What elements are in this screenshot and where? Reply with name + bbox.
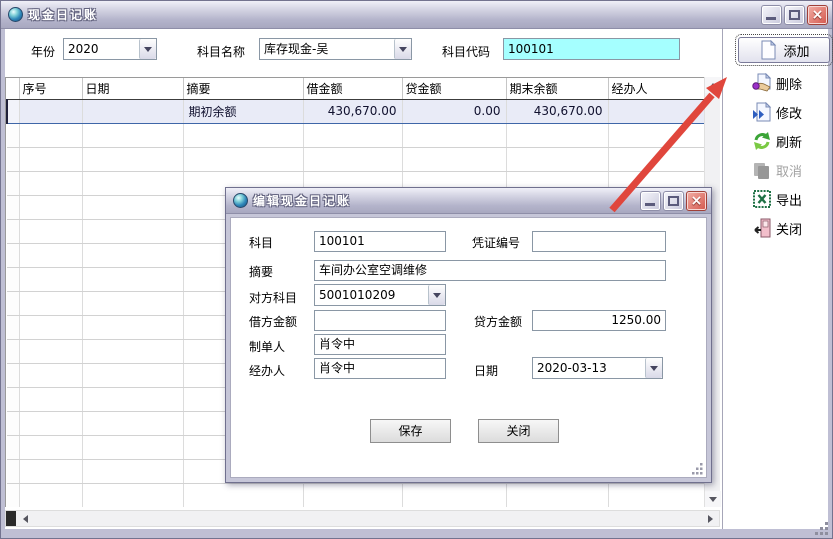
main-titlebar: 现金日记账 ×: [1, 1, 832, 29]
dialog-globe-icon: [233, 193, 248, 208]
col-header: 序号: [19, 78, 82, 99]
exit-door-icon: [752, 218, 772, 238]
refresh-icon: [752, 131, 772, 151]
dialog-resize-grip[interactable]: [692, 463, 704, 475]
scroll-down-button[interactable]: [705, 491, 721, 507]
counter-account-combobox[interactable]: 5001010209: [314, 284, 446, 306]
exit-button-label: 关闭: [776, 219, 802, 238]
col-header: 贷金额: [402, 78, 506, 99]
account-name-combobox[interactable]: 库存现金-吴: [259, 38, 412, 60]
table-row-selected[interactable]: 期初余额 430,670.00 0.00 430,670.00: [7, 99, 704, 123]
subject-field[interactable]: 100101: [314, 231, 446, 252]
main-window-title: 现金日记账: [28, 6, 98, 23]
close-icon: ×: [687, 192, 706, 210]
credit-amount-label: 贷方金额: [474, 313, 522, 330]
summary-field[interactable]: 车间办公室空调维修: [314, 260, 666, 281]
subject-label: 科目: [249, 234, 273, 251]
maximize-icon: [789, 10, 800, 20]
horizontal-scrollbar[interactable]: [5, 510, 720, 527]
table-row-empty: [7, 483, 704, 507]
delete-icon: [752, 73, 772, 93]
year-combobox[interactable]: 2020: [63, 38, 157, 60]
scroll-right-button[interactable]: [702, 511, 718, 526]
date-label: 日期: [474, 362, 498, 379]
cancel-button: 取消: [752, 158, 802, 182]
close-icon: ×: [808, 6, 827, 24]
filter-bar: 年份 2020 科目名称 库存现金-吴 科目代码 100101: [5, 29, 722, 77]
maximize-icon: [668, 196, 679, 206]
refresh-button[interactable]: 刷新: [752, 129, 802, 153]
counter-account-value: 5001010209: [315, 285, 428, 305]
add-button-label: 添加: [783, 41, 809, 60]
app-globe-icon: [8, 7, 23, 22]
minimize-button[interactable]: [761, 5, 782, 25]
close-button[interactable]: ×: [807, 5, 828, 25]
date-combobox[interactable]: 2020-03-13: [532, 357, 663, 379]
dialog-maximize-button[interactable]: [663, 191, 684, 211]
export-excel-icon: [752, 189, 772, 209]
chevron-down-icon[interactable]: [394, 39, 411, 59]
account-name-label: 科目名称: [197, 43, 245, 60]
chevron-down-icon[interactable]: [645, 358, 662, 378]
dialog-close-button[interactable]: ×: [686, 191, 707, 211]
toolbar-panel: 添加 删除 修改: [724, 29, 828, 529]
scroll-left-button[interactable]: [17, 511, 33, 526]
delete-button[interactable]: 删除: [752, 71, 802, 95]
dialog-body: 科目 100101 凭证编号 摘要 车间办公室空调维修 对方科目 5001010…: [230, 217, 707, 478]
cancel-button-label: 取消: [776, 161, 802, 180]
debit-amount-field[interactable]: [314, 310, 446, 331]
col-header: 摘要: [183, 78, 303, 99]
edit-dialog: 编辑现金日记账 × 科目 100101 凭证编号 摘要 车间办公室空调维修 对方…: [225, 187, 712, 483]
window-resize-grip[interactable]: [815, 522, 829, 536]
scrollbar-thumb[interactable]: [6, 511, 16, 526]
add-icon: [758, 40, 778, 60]
year-value: 2020: [64, 39, 139, 59]
scroll-up-button[interactable]: [705, 77, 721, 93]
save-button[interactable]: 保存: [370, 419, 451, 443]
dialog-close-action-button[interactable]: 关闭: [478, 419, 559, 443]
summary-label: 摘要: [249, 263, 273, 280]
credit-amount-field[interactable]: 1250.00: [532, 310, 666, 331]
account-code-field[interactable]: 100101: [503, 38, 680, 60]
dialog-titlebar: 编辑现金日记账 ×: [226, 188, 711, 214]
delete-button-label: 删除: [776, 74, 802, 93]
modify-button[interactable]: 修改: [752, 100, 802, 124]
add-button[interactable]: 添加: [738, 37, 830, 63]
counter-account-label: 对方科目: [249, 289, 297, 306]
minimize-icon: [645, 203, 655, 206]
table-header-row: 序号 日期 摘要 借金额 贷金额 期末余额 经办人: [7, 78, 704, 99]
modify-button-label: 修改: [776, 103, 802, 122]
export-button-label: 导出: [776, 190, 802, 209]
col-header: 期末余额: [506, 78, 608, 99]
col-header: 经办人: [608, 78, 704, 99]
cancel-icon: [752, 160, 772, 180]
chevron-down-icon[interactable]: [139, 39, 156, 59]
debit-amount-label: 借方金额: [249, 313, 297, 330]
handler-field[interactable]: 肖令中: [314, 358, 446, 379]
account-code-label: 科目代码: [442, 43, 490, 60]
year-label: 年份: [31, 43, 55, 60]
date-value: 2020-03-13: [533, 358, 645, 378]
export-button[interactable]: 导出: [752, 187, 802, 211]
table-row-empty: [7, 123, 704, 147]
preparer-field[interactable]: 肖令中: [314, 334, 446, 355]
minimize-icon: [766, 17, 776, 20]
col-header: 日期: [82, 78, 183, 99]
preparer-label: 制单人: [249, 338, 285, 355]
exit-button[interactable]: 关闭: [752, 216, 802, 240]
voucher-number-label: 凭证编号: [472, 234, 520, 251]
refresh-button-label: 刷新: [776, 132, 802, 151]
maximize-button[interactable]: [784, 5, 805, 25]
handler-label: 经办人: [249, 362, 285, 379]
dialog-title: 编辑现金日记账: [253, 192, 351, 209]
chevron-down-icon[interactable]: [428, 285, 445, 305]
col-header: 借金额: [303, 78, 402, 99]
modify-icon: [752, 102, 772, 122]
table-row-empty: [7, 147, 704, 171]
voucher-number-field[interactable]: [532, 231, 666, 252]
account-name-value: 库存现金-吴: [260, 39, 394, 59]
dialog-minimize-button[interactable]: [640, 191, 661, 211]
